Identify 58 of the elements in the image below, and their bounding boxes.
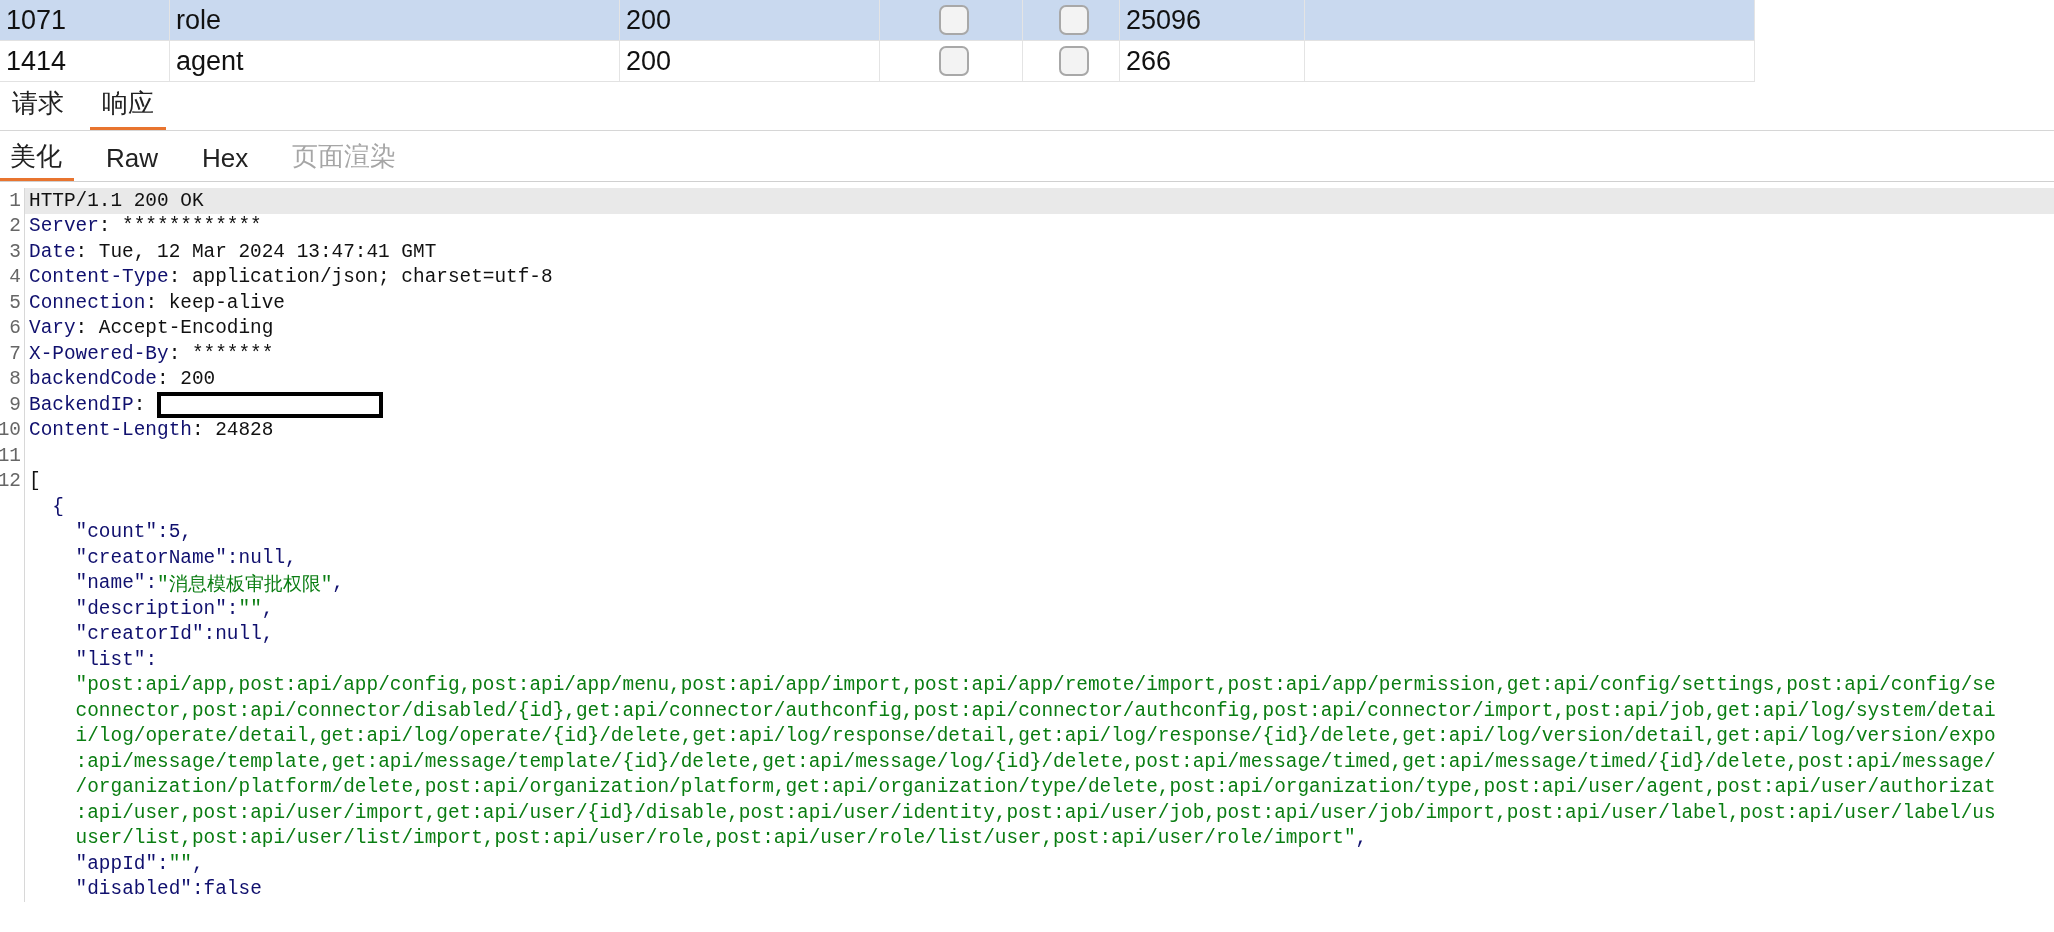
line-number: 3: [8, 239, 22, 265]
code-line: "description":"",: [74, 596, 274, 622]
code-line: "name":"消息模板审批权限",: [74, 571, 344, 596]
code-line: "disabled":false: [74, 877, 262, 902]
code-line: HTTP/1.1 200 OK: [28, 188, 204, 214]
checkbox[interactable]: [939, 46, 969, 76]
code-line: "creatorId":null,: [74, 622, 274, 647]
line-number: 6: [8, 316, 22, 341]
code-line: "count":5,: [74, 520, 192, 545]
code-line: Content-Length: 24828: [28, 418, 274, 443]
view-tab[interactable]: Raw: [94, 143, 170, 181]
code-line: "list":: [74, 647, 158, 673]
code-line: Content-Type: application/json; charset=utf-8: [28, 265, 553, 290]
code-line: Date: Tue, 12 Mar 2024 13:47:41 GMT: [28, 239, 437, 265]
line-number: 1: [8, 188, 22, 214]
code-line: /organization/platform/delete,post:api/organization/platform,get:api/organization/type/delete,post:api/organization/type,post:api/user/agent,post:api/user/authorizat: [74, 775, 1996, 800]
line-number: 11: [2, 443, 22, 469]
code-line: backendCode: 200: [28, 367, 216, 392]
table-cell: role: [176, 4, 222, 36]
code-line: BackendIP:: [28, 392, 146, 418]
code-line: "creatorName":null,: [74, 545, 297, 571]
table-cell: 1071: [6, 4, 67, 36]
code-line: i/log/operate/detail,get:api/log/operate/{id}/delete,get:api/log/response/detail,get:api/log/response/{id}/delete,get:api/log/version/detail,get:api/log/version/expo: [74, 724, 1996, 749]
line-number: 12: [2, 469, 22, 494]
line-number: 2: [8, 214, 22, 239]
table-cell: 1414: [6, 45, 67, 77]
code-line: Server: ************: [28, 214, 262, 239]
view-tab[interactable]: 美化: [0, 139, 74, 181]
line-number: 4: [8, 265, 22, 290]
code-line: :api/user,post:api/user/import,get:api/user/{id}/disable,post:api/user/identity,post:api/user/job,post:api/user/job/import,post:api/user/label,post:api/user/label/us: [74, 800, 1996, 826]
line-number: 10: [2, 418, 22, 443]
table-cell: 200: [626, 4, 672, 36]
table-cell: 266: [1126, 45, 1172, 77]
code-line: Connection: keep-alive: [28, 290, 285, 316]
table-cell: 200: [626, 45, 672, 77]
code-line: :api/message/template,get:api/message/template/{id}/delete,get:api/message/log/{id}/delete,post:api/message/timed,get:api/message/timed/{id}/delete,post:api/message/: [74, 749, 1996, 775]
code-line: Vary: Accept-Encoding: [28, 316, 274, 341]
table-row[interactable]: 1414 agent 200 266: [0, 41, 1755, 82]
code-line: connector,post:api/connector/disabled/{id},get:api/connector/authconfig,post:api/connector/authconfig,post:api/connector/import,post:api/job,get:api/log/system/detai: [74, 698, 1996, 724]
line-number: 8: [8, 367, 22, 392]
code-line: user/list,post:api/user/list/import,post:api/user/role,post:api/user/role/list/user,post:api/user/role/import",: [74, 826, 1368, 851]
checkbox[interactable]: [939, 5, 969, 35]
code-line: [: [28, 469, 41, 494]
table-cell: agent: [176, 45, 244, 77]
checkbox[interactable]: [1059, 5, 1089, 35]
line-number: 9: [8, 392, 22, 418]
code-line: {: [51, 494, 64, 520]
code-line: "post:api/app,post:api/app/config,post:api/app/menu,post:api/app/import,post:api/app/remote/import,post:api/app/permission,get:api/config/settings,post:api/config/se: [74, 673, 1996, 698]
line-number: 5: [8, 290, 22, 316]
tab[interactable]: 请求: [0, 86, 76, 130]
table-cell: 25096: [1126, 4, 1202, 36]
table-row[interactable]: 1071 role 200 25096: [0, 0, 1755, 41]
line-number: 7: [8, 341, 22, 367]
code-line: "appId":"",: [74, 851, 204, 877]
tab[interactable]: 响应: [90, 86, 166, 130]
checkbox[interactable]: [1059, 46, 1089, 76]
code-line: X-Powered-By: *******: [28, 341, 274, 367]
view-tab[interactable]: Hex: [190, 143, 261, 181]
